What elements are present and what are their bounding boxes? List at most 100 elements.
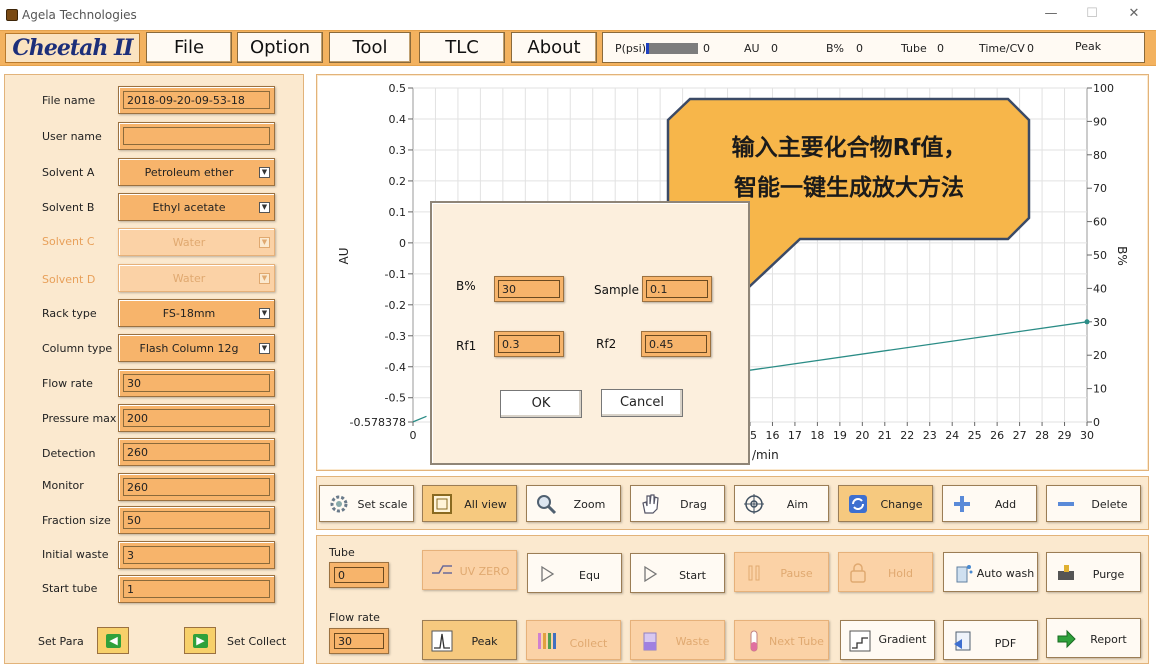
close-button[interactable]: ✕ xyxy=(1119,6,1149,24)
report-label: Report xyxy=(1090,633,1127,646)
maximize-button[interactable]: ☐ xyxy=(1077,6,1107,24)
status-bar: P(psi) 0 AU 0 B% 0 Tube 0 Time/CV 0 Peak xyxy=(602,32,1145,63)
gradient-button[interactable]: Gradient xyxy=(840,620,935,660)
change-button[interactable]: Change xyxy=(838,485,933,522)
menu-about[interactable]: About xyxy=(511,32,597,63)
dialog-ok-button[interactable]: OK xyxy=(500,390,582,418)
set-para-button[interactable]: ◀ xyxy=(97,627,129,654)
collect-label: Collect xyxy=(569,637,608,650)
solvent-a-select[interactable]: Petroleum ether ▼ xyxy=(118,158,275,186)
set-collect-button[interactable]: ▶ xyxy=(184,627,216,654)
flow-rate-control-value[interactable]: 30 xyxy=(334,633,384,649)
purge-button[interactable]: Purge xyxy=(1046,552,1141,592)
user-name-value[interactable] xyxy=(123,127,270,145)
detection-label: Detection xyxy=(42,447,96,460)
chevron-down-icon[interactable]: ▼ xyxy=(259,202,270,213)
pressure-max-field[interactable]: 200 xyxy=(118,404,275,432)
all-view-label: All view xyxy=(464,498,507,511)
start-button[interactable]: Start xyxy=(630,553,725,593)
x-tick-label: 22 xyxy=(900,429,914,442)
column-type-select[interactable]: Flash Column 12g ▼ xyxy=(118,334,275,362)
dialog-cancel-button[interactable]: Cancel xyxy=(601,389,683,417)
b-percent-label: B% xyxy=(826,42,844,55)
column-type-label: Column type xyxy=(42,342,113,355)
beaker-icon xyxy=(643,632,657,651)
lock-icon xyxy=(850,563,866,583)
start-tube-value[interactable]: 1 xyxy=(123,580,270,598)
y-tick-label: -0.3 xyxy=(385,330,406,343)
detection-field[interactable]: 260 xyxy=(118,438,275,466)
menu-option[interactable]: Option xyxy=(237,32,323,63)
auto-wash-button[interactable]: Auto wash xyxy=(943,552,1038,592)
dialog-rf1-field[interactable]: 0.3 xyxy=(494,331,564,357)
fraction-size-value[interactable]: 50 xyxy=(123,511,270,529)
equ-button[interactable]: Equ xyxy=(527,553,622,593)
zoom-button[interactable]: Zoom xyxy=(526,485,621,522)
y-tick-label: -0.1 xyxy=(385,268,406,281)
x-tick-label: 16 xyxy=(765,429,779,442)
monitor-field[interactable]: 260 xyxy=(118,473,275,501)
pdf-button[interactable]: PDF xyxy=(943,620,1038,660)
drag-button[interactable]: Drag xyxy=(630,485,725,522)
delete-button[interactable]: Delete xyxy=(1046,485,1141,522)
minimize-button[interactable]: — xyxy=(1036,6,1066,24)
refresh-icon xyxy=(849,495,867,513)
aim-label: Aim xyxy=(786,498,809,511)
aim-button[interactable]: Aim xyxy=(734,485,829,522)
tube-field[interactable]: 0 xyxy=(329,562,389,588)
set-scale-button[interactable]: Set scale xyxy=(319,485,414,522)
tube-value[interactable]: 0 xyxy=(334,567,384,583)
report-button[interactable]: Report xyxy=(1046,618,1141,658)
pause-icon xyxy=(748,565,760,581)
file-name-value[interactable]: 2018-09-20-09-53-18 xyxy=(123,91,270,109)
monitor-label: Monitor xyxy=(42,479,84,492)
flow-rate-field[interactable]: 30 xyxy=(118,369,275,397)
rack-type-label: Rack type xyxy=(42,307,97,320)
x-tick-label: 30 xyxy=(1080,429,1094,442)
rack-type-select[interactable]: FS-18mm ▼ xyxy=(118,299,275,327)
dialog-sample-value[interactable]: 0.1 xyxy=(646,280,708,298)
dialog-b-value[interactable]: 30 xyxy=(498,280,560,298)
minus-icon xyxy=(1058,502,1074,506)
initial-waste-value[interactable]: 3 xyxy=(123,546,270,564)
add-button[interactable]: Add xyxy=(942,485,1037,522)
detection-value[interactable]: 260 xyxy=(123,443,270,461)
all-view-button[interactable]: All view xyxy=(422,485,517,522)
pressure-max-value[interactable]: 200 xyxy=(123,409,270,427)
dialog-sample-field[interactable]: 0.1 xyxy=(642,276,712,302)
flow-rate-value[interactable]: 30 xyxy=(123,374,270,392)
chevron-down-icon: ▼ xyxy=(259,237,270,248)
waste-button: Waste xyxy=(630,620,725,660)
initial-waste-field[interactable]: 3 xyxy=(118,541,275,569)
file-name-field[interactable]: 2018-09-20-09-53-18 xyxy=(118,86,275,114)
flow-rate-control-field[interactable]: 30 xyxy=(329,628,389,654)
set-scale-label: Set scale xyxy=(357,498,408,511)
initial-waste-label: Initial waste xyxy=(42,548,109,561)
menu-file[interactable]: File xyxy=(146,32,232,63)
monitor-value[interactable]: 260 xyxy=(123,478,270,496)
menu-tlc[interactable]: TLC xyxy=(419,32,505,63)
dialog-rf2-field[interactable]: 0.45 xyxy=(641,331,711,357)
purge-icon xyxy=(1058,565,1074,580)
y-tick-label: 0.2 xyxy=(389,175,407,188)
dialog-rf2-value[interactable]: 0.45 xyxy=(645,335,707,353)
collect-button: Collect xyxy=(526,620,621,660)
start-tube-field[interactable]: 1 xyxy=(118,575,275,603)
tube-label: Tube xyxy=(329,546,355,559)
chevron-down-icon[interactable]: ▼ xyxy=(259,343,270,354)
flow-rate-control-label: Flow rate xyxy=(329,611,380,624)
wash-icon xyxy=(956,565,973,583)
set-collect-label: Set Collect xyxy=(227,635,287,648)
menu-tool[interactable]: Tool xyxy=(329,32,411,63)
arrow-left-icon: ◀ xyxy=(106,634,121,648)
fraction-size-field[interactable]: 50 xyxy=(118,506,275,534)
peak-button[interactable]: Peak xyxy=(422,620,517,660)
dialog-rf1-value[interactable]: 0.3 xyxy=(498,335,560,353)
y2-tick-label: 10 xyxy=(1093,383,1107,396)
solvent-b-select[interactable]: Ethyl acetate ▼ xyxy=(118,193,275,221)
user-name-field[interactable] xyxy=(118,122,275,150)
chevron-down-icon[interactable]: ▼ xyxy=(259,167,270,178)
dialog-b-field[interactable]: 30 xyxy=(494,276,564,302)
chevron-down-icon[interactable]: ▼ xyxy=(259,308,270,319)
solvent-d-select: Water ▼ xyxy=(118,264,275,292)
